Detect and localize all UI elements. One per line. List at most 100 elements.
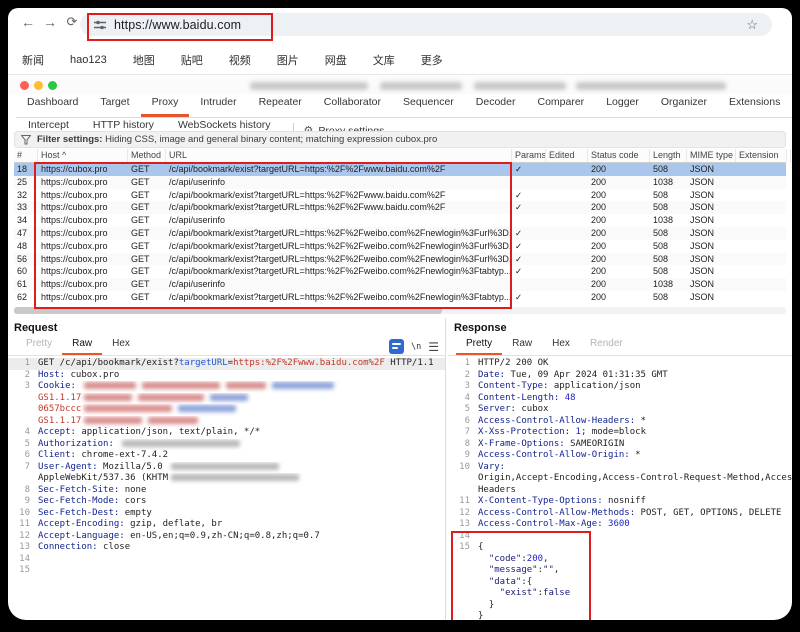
minimize-window-button[interactable]	[34, 81, 43, 90]
cell-mime: JSON	[687, 201, 736, 214]
table-row[interactable]: 25https://cubox.proGET/c/api/userinfo200…	[14, 176, 786, 189]
cell-extension	[736, 163, 787, 176]
tab-sequencer[interactable]: Sequencer	[392, 93, 465, 117]
cell-length: 508	[650, 240, 687, 253]
back-icon[interactable]: ←	[18, 14, 38, 30]
tab-organizer[interactable]: Organizer	[650, 93, 718, 117]
table-row[interactable]: 62https://cubox.proGET/c/api/bookmark/ex…	[14, 291, 786, 304]
reload-icon[interactable]: ⟳	[62, 14, 82, 30]
table-row[interactable]: 61https://cubox.proGET/c/api/userinfo200…	[14, 278, 786, 291]
cell-extra	[787, 201, 790, 214]
redacted-text	[226, 382, 266, 389]
table-row[interactable]: 60https://cubox.proGET/c/api/bookmark/ex…	[14, 265, 786, 278]
panel-divider[interactable]	[445, 318, 446, 620]
editor-tab-raw[interactable]: Raw	[62, 337, 102, 355]
column-header-extension[interactable]: Extension	[736, 149, 787, 162]
editor-tab-hex[interactable]: Hex	[542, 337, 580, 355]
column-header-edited[interactable]: Edited	[546, 149, 588, 162]
redacted-text	[138, 394, 204, 401]
cell-extension	[736, 240, 787, 253]
cell-method: GET	[128, 278, 166, 291]
cell-num: 62	[14, 291, 38, 304]
tab-decoder[interactable]: Decoder	[465, 93, 527, 117]
close-window-button[interactable]	[20, 81, 29, 90]
scrollbar-thumb[interactable]	[14, 307, 442, 314]
bookmark-item[interactable]: 地图	[133, 52, 155, 68]
table-row[interactable]: 18https://cubox.proGET/c/api/bookmark/ex…	[14, 163, 786, 176]
forward-icon[interactable]: →	[40, 14, 60, 30]
column-header-mime-type[interactable]: MIME type	[687, 149, 736, 162]
column-header-status-code[interactable]: Status code	[588, 149, 650, 162]
editor-tab-raw[interactable]: Raw	[502, 337, 542, 355]
code-line: 14	[448, 531, 792, 543]
site-settings-icon[interactable]	[94, 19, 106, 31]
bookmark-item[interactable]: 文库	[373, 52, 395, 68]
editor-tab-pretty[interactable]: Pretty	[16, 337, 62, 355]
table-row[interactable]: 34https://cubox.proGET/c/api/userinfo200…	[14, 214, 786, 227]
line-number: 13	[8, 542, 30, 554]
cell-extension	[736, 253, 787, 266]
inspector-toggle-icon[interactable]	[389, 339, 404, 354]
newline-toggle[interactable]: \n	[411, 342, 421, 352]
cell-url: /c/api/userinfo	[166, 278, 512, 291]
address-bar[interactable]: https://www.baidu.com ☆	[80, 13, 772, 36]
table-row[interactable]: 56https://cubox.proGET/c/api/bookmark/ex…	[14, 253, 786, 266]
tab-extensions[interactable]: Extensions	[718, 93, 791, 117]
table-row[interactable]: 32https://cubox.proGET/c/api/bookmark/ex…	[14, 189, 786, 202]
editor-tab-render[interactable]: Render	[580, 337, 633, 355]
tab-target[interactable]: Target	[89, 93, 140, 117]
column-header-length[interactable]: Length	[650, 149, 687, 162]
table-row[interactable]: 33https://cubox.proGET/c/api/bookmark/ex…	[14, 201, 786, 214]
tab-intruder[interactable]: Intruder	[189, 93, 247, 117]
tab-logger[interactable]: Logger	[595, 93, 650, 117]
cell-url: /c/api/bookmark/exist?targetURL=https:%2…	[166, 201, 512, 214]
tab-comparer[interactable]: Comparer	[527, 93, 596, 117]
bookmark-item[interactable]: 更多	[421, 52, 443, 68]
cell-length: 508	[650, 163, 687, 176]
bookmark-item[interactable]: 网盘	[325, 52, 347, 68]
cell-extension	[736, 227, 787, 240]
line-number: 10	[448, 462, 470, 474]
bookmark-item[interactable]: hao123	[70, 54, 107, 66]
cell-edited	[546, 189, 588, 202]
tab-collaborator[interactable]: Collaborator	[313, 93, 392, 117]
cell-edited	[546, 163, 588, 176]
cell-num: 56	[14, 253, 38, 266]
bookmark-item[interactable]: 图片	[277, 52, 299, 68]
bookmark-item[interactable]: 视频	[229, 52, 251, 68]
line-number: 14	[8, 554, 30, 566]
bookmark-item[interactable]: 贴吧	[181, 52, 203, 68]
code-line: Headers	[448, 485, 792, 497]
code-line: 10Sec-Fetch-Dest: empty	[8, 508, 445, 520]
filter-settings-bar[interactable]: Filter settings: Hiding CSS, image and g…	[14, 131, 786, 148]
column-header-host[interactable]: Host ^	[38, 149, 128, 162]
column-header-params[interactable]: Params	[512, 149, 546, 162]
cell-params: ✓	[512, 227, 546, 240]
response-panel: Response PrettyRawHexRender 1HTTP/2 200 …	[448, 318, 792, 620]
cell-status: 200	[588, 240, 650, 253]
tab-repeater[interactable]: Repeater	[248, 93, 313, 117]
cell-num: 47	[14, 227, 38, 240]
tab-dashboard[interactable]: Dashboard	[16, 93, 89, 117]
cell-params: ✓	[512, 240, 546, 253]
column-header-method[interactable]: Method	[128, 149, 166, 162]
cell-host: https://cubox.pro	[38, 253, 128, 266]
horizontal-scrollbar[interactable]	[14, 307, 786, 314]
column-header-t[interactable]: T	[787, 149, 791, 162]
column-header-num[interactable]: #	[14, 149, 38, 162]
url-text[interactable]: https://www.baidu.com	[114, 18, 241, 32]
cell-edited	[546, 227, 588, 240]
menu-icon[interactable]: ☰	[428, 340, 439, 354]
cell-edited	[546, 176, 588, 189]
table-row[interactable]: 48https://cubox.proGET/c/api/bookmark/ex…	[14, 240, 786, 253]
zoom-window-button[interactable]	[48, 81, 57, 90]
editor-tab-hex[interactable]: Hex	[102, 337, 140, 355]
tab-proxy[interactable]: Proxy	[141, 93, 190, 117]
bookmark-item[interactable]: 新闻	[22, 52, 44, 68]
table-row[interactable]: 47https://cubox.proGET/c/api/bookmark/ex…	[14, 227, 786, 240]
editor-tab-pretty[interactable]: Pretty	[456, 337, 502, 355]
bookmark-star-icon[interactable]: ☆	[746, 17, 758, 33]
tab-learn[interactable]: Learn	[791, 93, 792, 117]
column-header-url[interactable]: URL	[166, 149, 512, 162]
line-number: 4	[8, 427, 30, 439]
